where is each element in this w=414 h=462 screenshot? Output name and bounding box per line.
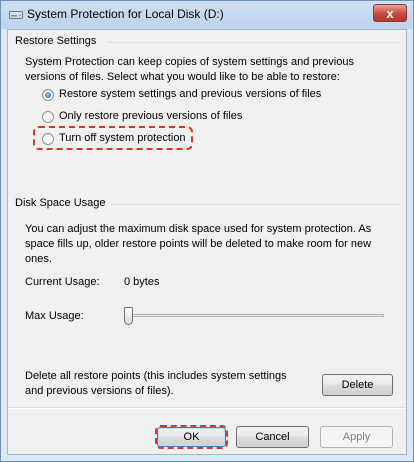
max-usage-slider-thumb[interactable] [124,307,133,325]
disk-space-description-line3: ones. [25,253,52,265]
apply-button: Apply [320,426,393,448]
disk-space-description-line2: space fills up, older restore points wil… [25,238,372,250]
cancel-button[interactable]: Cancel [236,426,309,448]
radio-restore-settings-and-files[interactable] [42,89,54,101]
disk-space-divider [111,204,400,205]
delete-button[interactable]: Delete [322,374,393,396]
radio-restore-files-only-label[interactable]: Only restore previous versions of files [59,109,242,124]
window-title: System Protection for Local Disk (D:) [27,7,224,21]
radio-turn-off-protection[interactable] [42,133,54,145]
radio-restore-settings-and-files-label[interactable]: Restore system settings and previous ver… [59,87,321,102]
close-icon: x [386,6,394,21]
dialog-client-area: Restore Settings System Protection can k… [7,29,407,455]
delete-description-line1: Delete all restore points (this includes… [25,370,287,382]
disk-space-description-line1: You can adjust the maximum disk space us… [25,223,372,235]
ok-button[interactable]: OK [157,427,226,447]
current-usage-value: 0 bytes [124,276,160,288]
radio-restore-files-only[interactable] [42,111,54,123]
max-usage-slider-track[interactable] [124,314,384,317]
current-usage-label: Current Usage: [25,276,100,288]
delete-description-line2: and previous versions of files). [25,385,174,397]
disk-space-heading: Disk Space Usage [15,197,106,209]
restore-description-line2: versions of files. Select what you would… [25,71,340,83]
max-usage-label: Max Usage: [25,310,84,322]
dialog-window: System Protection for Local Disk (D:) x … [0,0,414,462]
restore-settings-divider [108,42,400,43]
radio-turn-off-protection-label[interactable]: Turn off system protection [59,131,186,146]
drive-icon [9,11,23,19]
restore-description-line1: System Protection can keep copies of sys… [25,56,354,68]
close-button[interactable]: x [373,4,407,22]
restore-settings-heading: Restore Settings [15,35,97,47]
footer-separator [8,407,406,409]
title-bar[interactable]: System Protection for Local Disk (D:) x [1,1,413,29]
